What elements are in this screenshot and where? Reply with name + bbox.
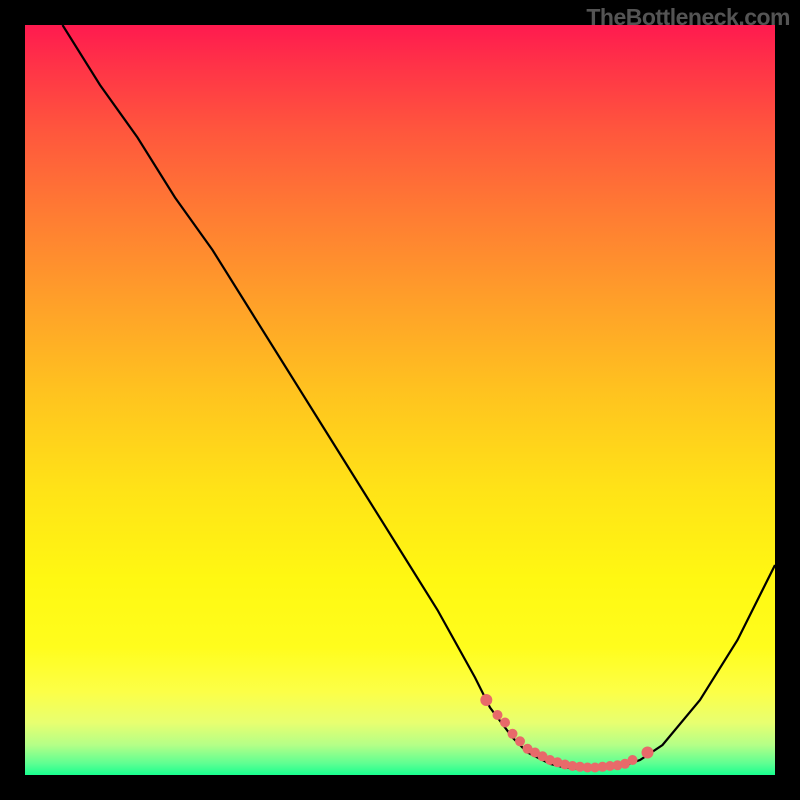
highlighted-points (480, 694, 653, 773)
marker-dot (642, 747, 654, 759)
marker-dot (628, 755, 638, 765)
marker-dot (500, 718, 510, 728)
curve-path (63, 25, 776, 769)
chart-svg (25, 25, 775, 775)
marker-dot (480, 694, 492, 706)
bottleneck-curve (63, 25, 776, 769)
marker-dot (515, 736, 525, 746)
plot-area (25, 25, 775, 775)
watermark-text: TheBottleneck.com (586, 4, 790, 31)
chart-frame: TheBottleneck.com (0, 0, 800, 800)
marker-dot (508, 729, 518, 739)
marker-dot (493, 710, 503, 720)
